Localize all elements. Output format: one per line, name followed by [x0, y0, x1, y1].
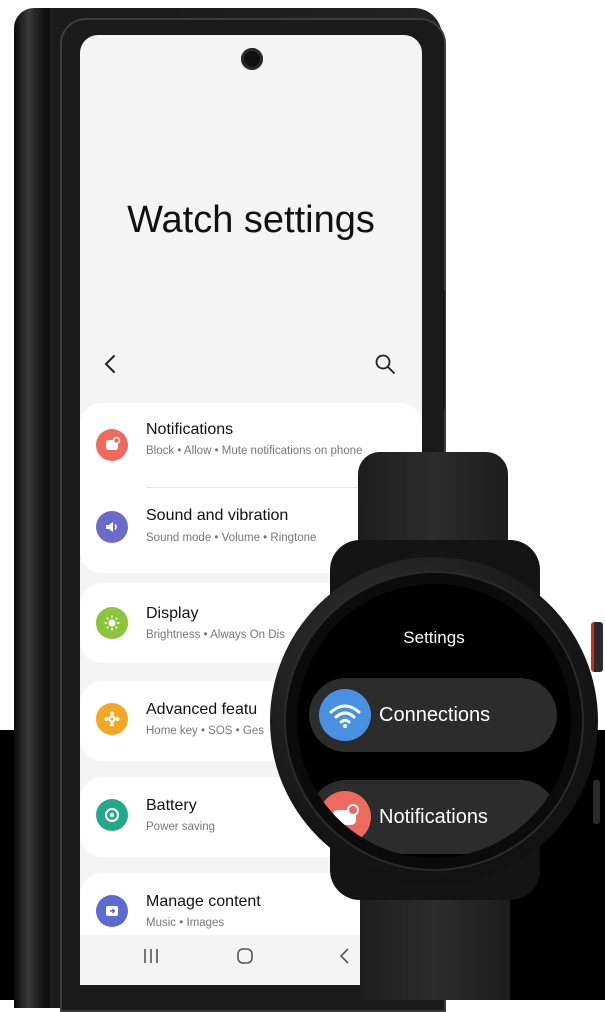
manage-content-icon	[96, 895, 128, 927]
page-title: Watch settings	[127, 199, 375, 241]
watch-title: Settings	[403, 628, 465, 647]
notifications-icon	[96, 429, 128, 461]
watch-item-label: Notifications	[379, 806, 488, 828]
item-title: Manage content	[146, 893, 261, 910]
watch-screen: Settings Connections Notifications	[297, 584, 571, 858]
sound-icon	[96, 511, 128, 543]
item-subtitle: Music • Images	[146, 917, 225, 929]
item-title: Display	[146, 605, 199, 622]
wifi-icon	[319, 689, 371, 741]
item-title: Advanced featu	[146, 701, 258, 718]
camera-cutout	[241, 48, 263, 70]
item-subtitle: Block • Allow • Mute notifications on ph…	[146, 445, 363, 457]
item-title: Sound and vibration	[146, 507, 289, 524]
watch-item-connections[interactable]: Connections	[309, 678, 557, 752]
item-title: Battery	[146, 797, 197, 814]
display-icon	[96, 607, 128, 639]
watch-item-label: Connections	[379, 704, 491, 726]
item-title: Notifications	[146, 421, 234, 438]
back-icon[interactable]	[100, 353, 122, 375]
advanced-features-icon	[96, 703, 128, 735]
watch-item-notifications[interactable]: Notifications	[309, 780, 557, 854]
home-icon[interactable]	[236, 947, 254, 965]
phone-hinge	[14, 8, 50, 1008]
side-key	[440, 290, 445, 410]
battery-icon	[96, 799, 128, 831]
search-icon[interactable]	[374, 353, 396, 375]
recent-apps-icon[interactable]	[142, 947, 160, 965]
watch-home-button[interactable]	[591, 622, 603, 672]
watch-back-button[interactable]	[593, 780, 600, 824]
nav-back-icon[interactable]	[336, 947, 354, 965]
notifications-icon	[319, 791, 371, 843]
